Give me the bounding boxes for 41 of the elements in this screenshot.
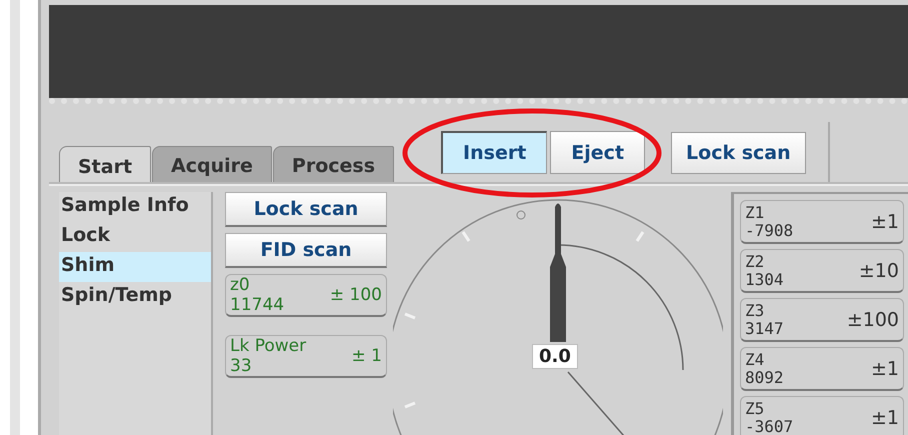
scan-button[interactable]: FID scan — [225, 233, 387, 268]
sample-button[interactable]: Insert — [441, 131, 548, 174]
control-name: z0 — [230, 275, 251, 295]
control-value: 33 — [230, 356, 253, 376]
control-name: Lk Power — [230, 336, 306, 356]
tab[interactable]: Process — [272, 146, 394, 182]
shim-value: 8092 — [745, 368, 784, 386]
shim-name: Z1 — [745, 204, 766, 222]
shim-step: ±1 — [870, 358, 899, 380]
shim-control[interactable]: Z5 -3607 ±1 — [740, 396, 904, 435]
shim-control[interactable]: Z2 1304 ±10 — [740, 249, 904, 293]
shim-name: Z4 — [745, 350, 766, 368]
dial-reading: 0.0 — [532, 344, 578, 369]
shim-control[interactable]: Z3 3147 ±100 — [740, 298, 904, 342]
control-value: 11744 — [230, 295, 284, 315]
sidebar-item[interactable]: Sample Info — [59, 192, 211, 222]
shim-control[interactable]: Z1 -7908 ±1 — [740, 200, 904, 244]
control-step: ± 100 — [330, 285, 382, 305]
tab[interactable]: Start — [59, 146, 152, 182]
shim-step: ±100 — [846, 308, 899, 330]
sidebar-item[interactable]: Spin/Temp — [59, 282, 211, 312]
shim-value: 3147 — [745, 320, 784, 338]
scan-button[interactable]: Lock scan — [225, 192, 387, 227]
shim-value: -7908 — [745, 222, 794, 240]
shim-name: Z2 — [745, 252, 766, 270]
shim-name: Z3 — [745, 302, 766, 320]
sample-button[interactable]: Eject — [550, 131, 646, 174]
sidebar-item[interactable]: Shim — [59, 252, 211, 282]
sidebar-item[interactable]: Lock — [59, 222, 211, 252]
shim-control[interactable]: Z4 8092 ±1 — [740, 347, 904, 391]
shim-step: ±1 — [870, 210, 899, 232]
control-field[interactable]: z0 11744 ± 100 — [225, 274, 387, 317]
tab[interactable]: Acquire — [152, 146, 272, 182]
control-field[interactable]: Lk Power 33 ± 1 — [225, 335, 387, 378]
shim-step: ±1 — [870, 406, 899, 428]
lock-scan-button[interactable]: Lock scan — [671, 132, 806, 174]
shim-value: -3607 — [745, 418, 794, 435]
shim-value: 1304 — [745, 270, 784, 288]
control-step: ± 1 — [352, 346, 382, 366]
shim-name: Z5 — [745, 400, 766, 418]
shim-step: ±10 — [858, 260, 899, 282]
